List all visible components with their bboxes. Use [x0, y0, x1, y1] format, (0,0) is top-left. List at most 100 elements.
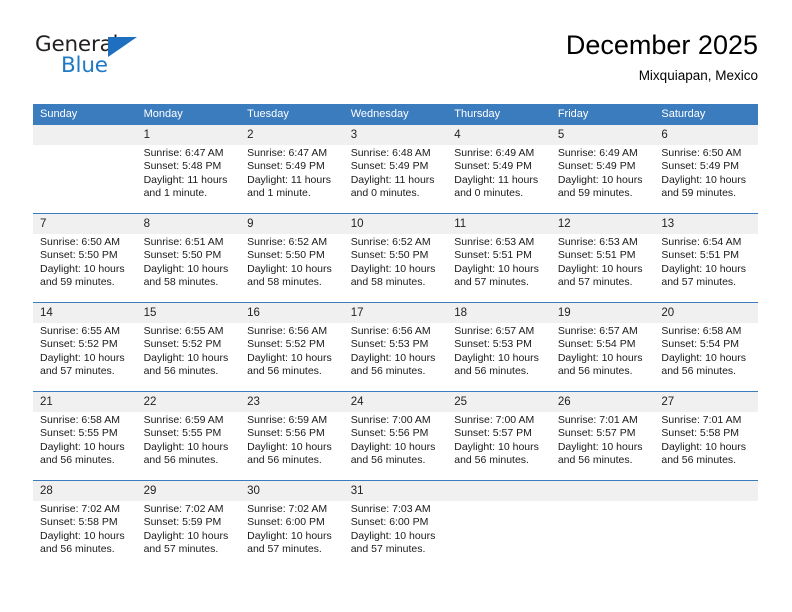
weekday-header-friday: Friday: [550, 104, 655, 125]
day-daylight-1-text: Daylight: 10 hours: [247, 440, 332, 453]
calendar-day-cell[interactable]: 17 Sunrise: 6:56 AM Sunset: 5:53 PM Dayligh…: [343, 303, 448, 392]
calendar-day-cell: [33, 125, 137, 214]
calendar-day-cell[interactable]: 23 Sunrise: 6:59 AM Sunset: 5:56 PM Dayligh…: [240, 392, 344, 481]
day-sunset-text: Sunset: 5:49 PM: [454, 160, 532, 173]
calendar-day-cell[interactable]: 24 Sunrise: 7:00 AM Sunset: 5:56 PM Dayligh…: [343, 392, 448, 481]
calendar-day-cell[interactable]: 13 Sunrise: 6:54 AM Sunset: 5:51 PM Dayligh…: [654, 214, 758, 303]
calendar-day-cell[interactable]: 29 Sunrise: 7:02 AM Sunset: 5:59 PM Dayligh…: [136, 481, 241, 569]
day-sunrise-text: Sunrise: 6:58 AM: [661, 325, 742, 337]
calendar-day-cell[interactable]: 6 Sunrise: 6:50 AM Sunset: 5:49 PM Daylight…: [654, 125, 758, 214]
day-daylight-1-text: Daylight: 10 hours: [454, 351, 539, 364]
day-number: 12: [550, 214, 655, 234]
calendar-day-cell[interactable]: 14 Sunrise: 6:55 AM Sunset: 5:52 PM Dayligh…: [33, 303, 137, 392]
weekday-header-monday: Monday: [136, 104, 241, 125]
day-sunrise-text: Sunrise: 6:58 AM: [40, 414, 120, 426]
calendar-day-cell[interactable]: 11 Sunrise: 6:53 AM Sunset: 5:51 PM Dayligh…: [447, 214, 551, 303]
day-number: 9: [240, 214, 344, 234]
day-sun-info: Sunrise: 7:03 AM Sunset: 6:00 PM Daylight:…: [344, 501, 448, 557]
day-daylight-2-text: and 57 minutes.: [40, 365, 115, 378]
day-cell-content: 15 Sunrise: 6:55 AM Sunset: 5:52 PM Dayligh…: [136, 303, 241, 391]
calendar-day-cell[interactable]: 30 Sunrise: 7:02 AM Sunset: 6:00 PM Dayligh…: [240, 481, 344, 569]
calendar-day-cell[interactable]: 21 Sunrise: 6:58 AM Sunset: 5:55 PM Dayligh…: [33, 392, 137, 481]
day-number: 26: [550, 392, 655, 412]
calendar-day-cell[interactable]: 7 Sunrise: 6:50 AM Sunset: 5:50 PM Daylight…: [33, 214, 137, 303]
day-sunrise-text: Sunrise: 6:55 AM: [143, 325, 224, 337]
day-sunset-text: Sunset: 5:49 PM: [557, 160, 636, 173]
day-sunset-text: Sunset: 5:58 PM: [661, 427, 740, 440]
calendar-day-cell[interactable]: 16 Sunrise: 6:56 AM Sunset: 5:52 PM Dayligh…: [240, 303, 344, 392]
day-daylight-1-text: Daylight: 10 hours: [143, 440, 229, 453]
day-sun-info: Sunrise: 7:00 AM Sunset: 5:57 PM Daylight:…: [447, 412, 551, 468]
day-cell-content: 11 Sunrise: 6:53 AM Sunset: 5:51 PM Dayligh…: [447, 214, 551, 302]
day-daylight-1-text: Daylight: 10 hours: [557, 440, 643, 453]
day-daylight-2-text: and 56 minutes.: [40, 543, 115, 556]
day-number: 10: [343, 214, 448, 234]
calendar-day-cell[interactable]: 10 Sunrise: 6:52 AM Sunset: 5:50 PM Dayligh…: [343, 214, 448, 303]
day-daylight-1-text: Daylight: 10 hours: [454, 262, 539, 275]
day-daylight-2-text: and 57 minutes.: [557, 276, 633, 289]
day-sunset-text: Sunset: 5:48 PM: [143, 160, 222, 173]
day-sunset-text: Sunset: 5:51 PM: [557, 249, 636, 262]
day-number: 13: [654, 214, 758, 234]
calendar-day-cell[interactable]: 18 Sunrise: 6:57 AM Sunset: 5:53 PM Dayligh…: [447, 303, 551, 392]
day-cell-content: 19 Sunrise: 6:57 AM Sunset: 5:54 PM Dayligh…: [550, 303, 655, 391]
day-daylight-2-text: and 59 minutes.: [40, 276, 115, 289]
day-sunrise-text: Sunrise: 7:00 AM: [350, 414, 431, 426]
calendar-day-cell[interactable]: 26 Sunrise: 7:01 AM Sunset: 5:57 PM Dayligh…: [550, 392, 655, 481]
day-number: 31: [343, 481, 448, 501]
calendar-day-cell[interactable]: 4 Sunrise: 6:49 AM Sunset: 5:49 PM Daylight…: [447, 125, 551, 214]
calendar-day-cell[interactable]: 27 Sunrise: 7:01 AM Sunset: 5:58 PM Dayligh…: [654, 392, 758, 481]
day-sunrise-text: Sunrise: 6:54 AM: [661, 236, 742, 248]
day-sunrise-text: Sunrise: 6:57 AM: [454, 325, 535, 337]
calendar-day-cell: [654, 481, 758, 569]
calendar-day-cell[interactable]: 20 Sunrise: 6:58 AM Sunset: 5:54 PM Dayligh…: [654, 303, 758, 392]
calendar-day-cell[interactable]: 5 Sunrise: 6:49 AM Sunset: 5:49 PM Daylight…: [550, 125, 655, 214]
general-blue-logo[interactable]: General Blue: [33, 32, 233, 90]
calendar-day-cell[interactable]: 8 Sunrise: 6:51 AM Sunset: 5:50 PM Daylight…: [136, 214, 241, 303]
day-number: [550, 481, 655, 501]
triangle-icon: [108, 37, 137, 57]
calendar-day-cell[interactable]: 2 Sunrise: 6:47 AM Sunset: 5:49 PM Daylight…: [240, 125, 344, 214]
day-sun-info: Sunrise: 6:53 AM Sunset: 5:51 PM Daylight:…: [447, 234, 551, 290]
day-sunrise-text: Sunrise: 6:49 AM: [557, 147, 638, 159]
calendar-day-cell: [550, 481, 655, 569]
day-sunrise-text: Sunrise: 7:02 AM: [143, 503, 224, 515]
calendar-day-cell[interactable]: 22 Sunrise: 6:59 AM Sunset: 5:55 PM Dayligh…: [136, 392, 241, 481]
calendar-day-cell[interactable]: 31 Sunrise: 7:03 AM Sunset: 6:00 PM Dayligh…: [343, 481, 448, 569]
calendar-day-cell[interactable]: 19 Sunrise: 6:57 AM Sunset: 5:54 PM Dayligh…: [550, 303, 655, 392]
day-sun-info: Sunrise: 6:49 AM Sunset: 5:49 PM Daylight:…: [447, 145, 551, 201]
day-daylight-2-text: and 56 minutes.: [143, 454, 219, 467]
calendar-day-cell[interactable]: 12 Sunrise: 6:53 AM Sunset: 5:51 PM Dayligh…: [550, 214, 655, 303]
day-sunset-text: Sunset: 5:53 PM: [454, 338, 532, 351]
day-daylight-2-text: and 56 minutes.: [454, 454, 529, 467]
day-number: 4: [447, 125, 551, 145]
calendar-day-cell[interactable]: 3 Sunrise: 6:48 AM Sunset: 5:49 PM Daylight…: [343, 125, 448, 214]
day-sunset-text: Sunset: 5:57 PM: [557, 427, 636, 440]
day-cell-empty: [33, 125, 137, 213]
day-daylight-2-text: and 58 minutes.: [247, 276, 322, 289]
weekday-header-tuesday: Tuesday: [240, 104, 344, 125]
day-sunset-text: Sunset: 5:57 PM: [454, 427, 532, 440]
day-sunrise-text: Sunrise: 7:01 AM: [661, 414, 742, 426]
day-cell-content: 29 Sunrise: 7:02 AM Sunset: 5:59 PM Dayligh…: [136, 481, 241, 569]
calendar-table: Sunday Monday Tuesday Wednesday Thursday…: [33, 104, 758, 569]
day-number: 20: [654, 303, 758, 323]
calendar-week-row: 7 Sunrise: 6:50 AM Sunset: 5:50 PM Daylight…: [33, 213, 758, 303]
day-cell-content: 21 Sunrise: 6:58 AM Sunset: 5:55 PM Dayligh…: [33, 392, 137, 480]
day-cell-content: 3 Sunrise: 6:48 AM Sunset: 5:49 PM Daylight…: [343, 125, 448, 213]
day-sun-info: Sunrise: 6:47 AM Sunset: 5:49 PM Daylight:…: [240, 145, 344, 201]
calendar-day-cell[interactable]: 15 Sunrise: 6:55 AM Sunset: 5:52 PM Dayligh…: [136, 303, 241, 392]
day-cell-content: 31 Sunrise: 7:03 AM Sunset: 6:00 PM Dayligh…: [343, 481, 448, 569]
day-sunrise-text: Sunrise: 7:00 AM: [454, 414, 535, 426]
day-daylight-1-text: Daylight: 10 hours: [350, 440, 436, 453]
calendar-day-cell[interactable]: 9 Sunrise: 6:52 AM Sunset: 5:50 PM Daylight…: [240, 214, 344, 303]
calendar-day-cell[interactable]: 1 Sunrise: 6:47 AM Sunset: 5:48 PM Daylight…: [136, 125, 241, 214]
calendar-day-cell[interactable]: 25 Sunrise: 7:00 AM Sunset: 5:57 PM Dayligh…: [447, 392, 551, 481]
calendar-day-cell[interactable]: 28 Sunrise: 7:02 AM Sunset: 5:58 PM Dayligh…: [33, 481, 137, 569]
day-sun-info: Sunrise: 6:47 AM Sunset: 5:48 PM Daylight:…: [137, 145, 241, 201]
day-daylight-1-text: Daylight: 10 hours: [247, 262, 332, 275]
calendar-week-row: 21 Sunrise: 6:58 AM Sunset: 5:55 PM Dayligh…: [33, 391, 758, 481]
day-cell-content: 16 Sunrise: 6:56 AM Sunset: 5:52 PM Dayligh…: [240, 303, 344, 391]
day-sun-info: Sunrise: 6:50 AM Sunset: 5:49 PM Daylight:…: [654, 145, 758, 201]
day-number: 14: [33, 303, 137, 323]
